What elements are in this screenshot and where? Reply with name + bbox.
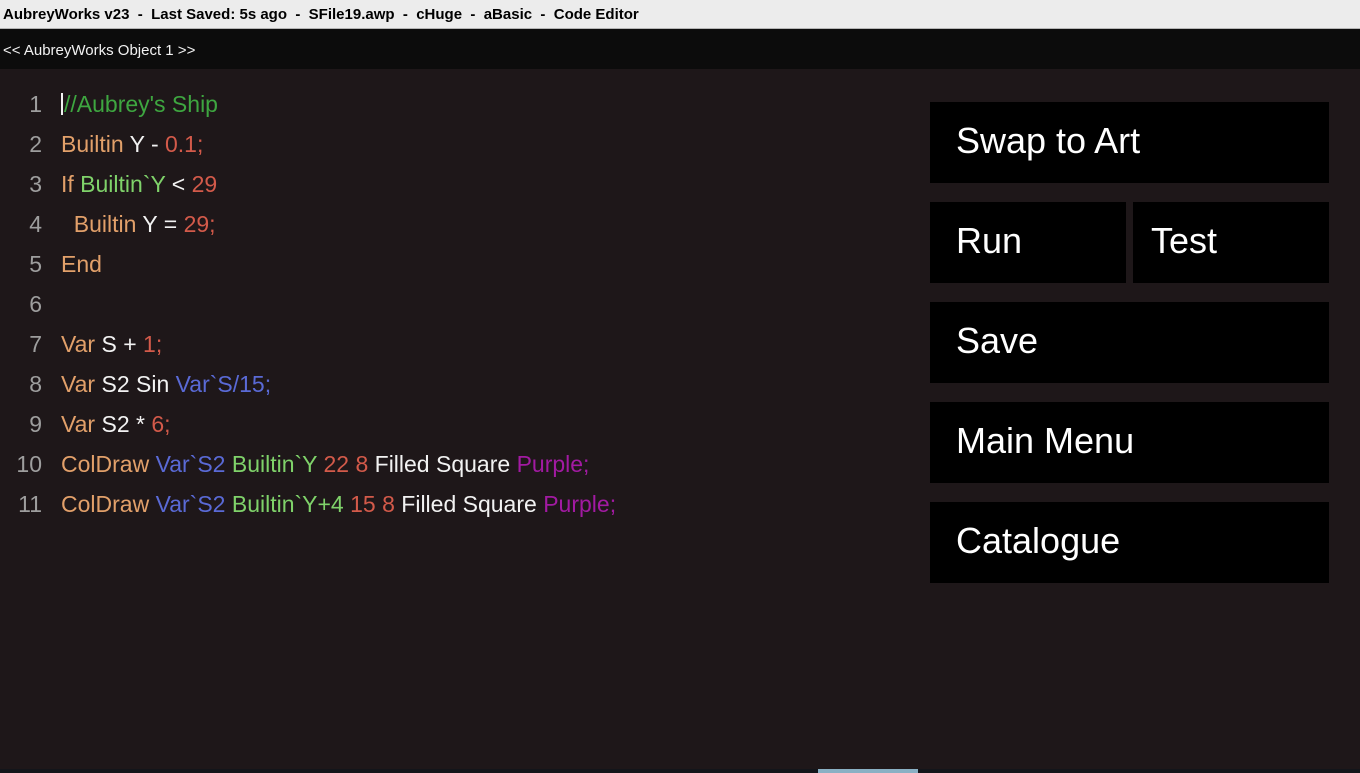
code-token: ColDraw <box>61 491 156 517</box>
title-bar: AubreyWorks v23 - Last Saved: 5s ago - S… <box>0 0 1360 29</box>
code-line[interactable]: 6 <box>0 269 915 317</box>
code-token: Purple; <box>543 491 617 517</box>
code-line[interactable]: 5 End <box>0 229 915 277</box>
line-code[interactable]: ColDraw Var`S2 Builtin`Y+4 15 8 Filled S… <box>61 489 616 519</box>
save-button[interactable]: Save <box>930 302 1329 383</box>
code-token: Filled Square <box>401 491 544 517</box>
code-token: Var`S2 <box>155 491 232 517</box>
code-editor[interactable]: 1//Aubrey's Ship 2 Builtin Y - 0.1; 3 If Bui… <box>0 69 915 769</box>
code-line[interactable]: 4 Builtin Y = 29; <box>0 189 915 237</box>
window-title: AubreyWorks v23 - Last Saved: 5s ago - S… <box>3 6 639 23</box>
code-line[interactable]: 1//Aubrey's Ship <box>0 69 915 117</box>
bottom-taskbar-item <box>818 769 918 773</box>
swap-to-art-button[interactable]: Swap to Art <box>930 102 1329 183</box>
object-selector-label[interactable]: << AubreyWorks Object 1 >> <box>3 42 195 59</box>
code-line[interactable]: 3 If Builtin`Y < 29 <box>0 149 915 197</box>
run-button[interactable]: Run <box>930 202 1126 283</box>
code-line[interactable]: 11 ColDraw Var`S2 Builtin`Y+4 15 8 Filled… <box>0 469 915 517</box>
catalogue-button[interactable]: Catalogue <box>930 502 1329 583</box>
code-line[interactable]: 7 Var S + 1; <box>0 309 915 357</box>
code-line[interactable]: 2 Builtin Y - 0.1; <box>0 109 915 157</box>
code-line[interactable]: 8 Var S2 Sin Var`S/15; <box>0 349 915 397</box>
code-token: 15 8 <box>350 491 402 517</box>
code-line[interactable]: 9 Var S2 * 6; <box>0 389 915 437</box>
test-button[interactable]: Test <box>1133 202 1329 283</box>
bottom-edge <box>0 769 1360 773</box>
main-menu-button[interactable]: Main Menu <box>930 402 1329 483</box>
object-header-bar: << AubreyWorks Object 1 >> <box>0 29 1360 69</box>
code-line[interactable]: 10 ColDraw Var`S2 Builtin`Y 22 8 Filled S… <box>0 429 915 477</box>
code-token: Builtin`Y+4 <box>231 491 351 517</box>
line-number: 11 <box>18 491 42 517</box>
